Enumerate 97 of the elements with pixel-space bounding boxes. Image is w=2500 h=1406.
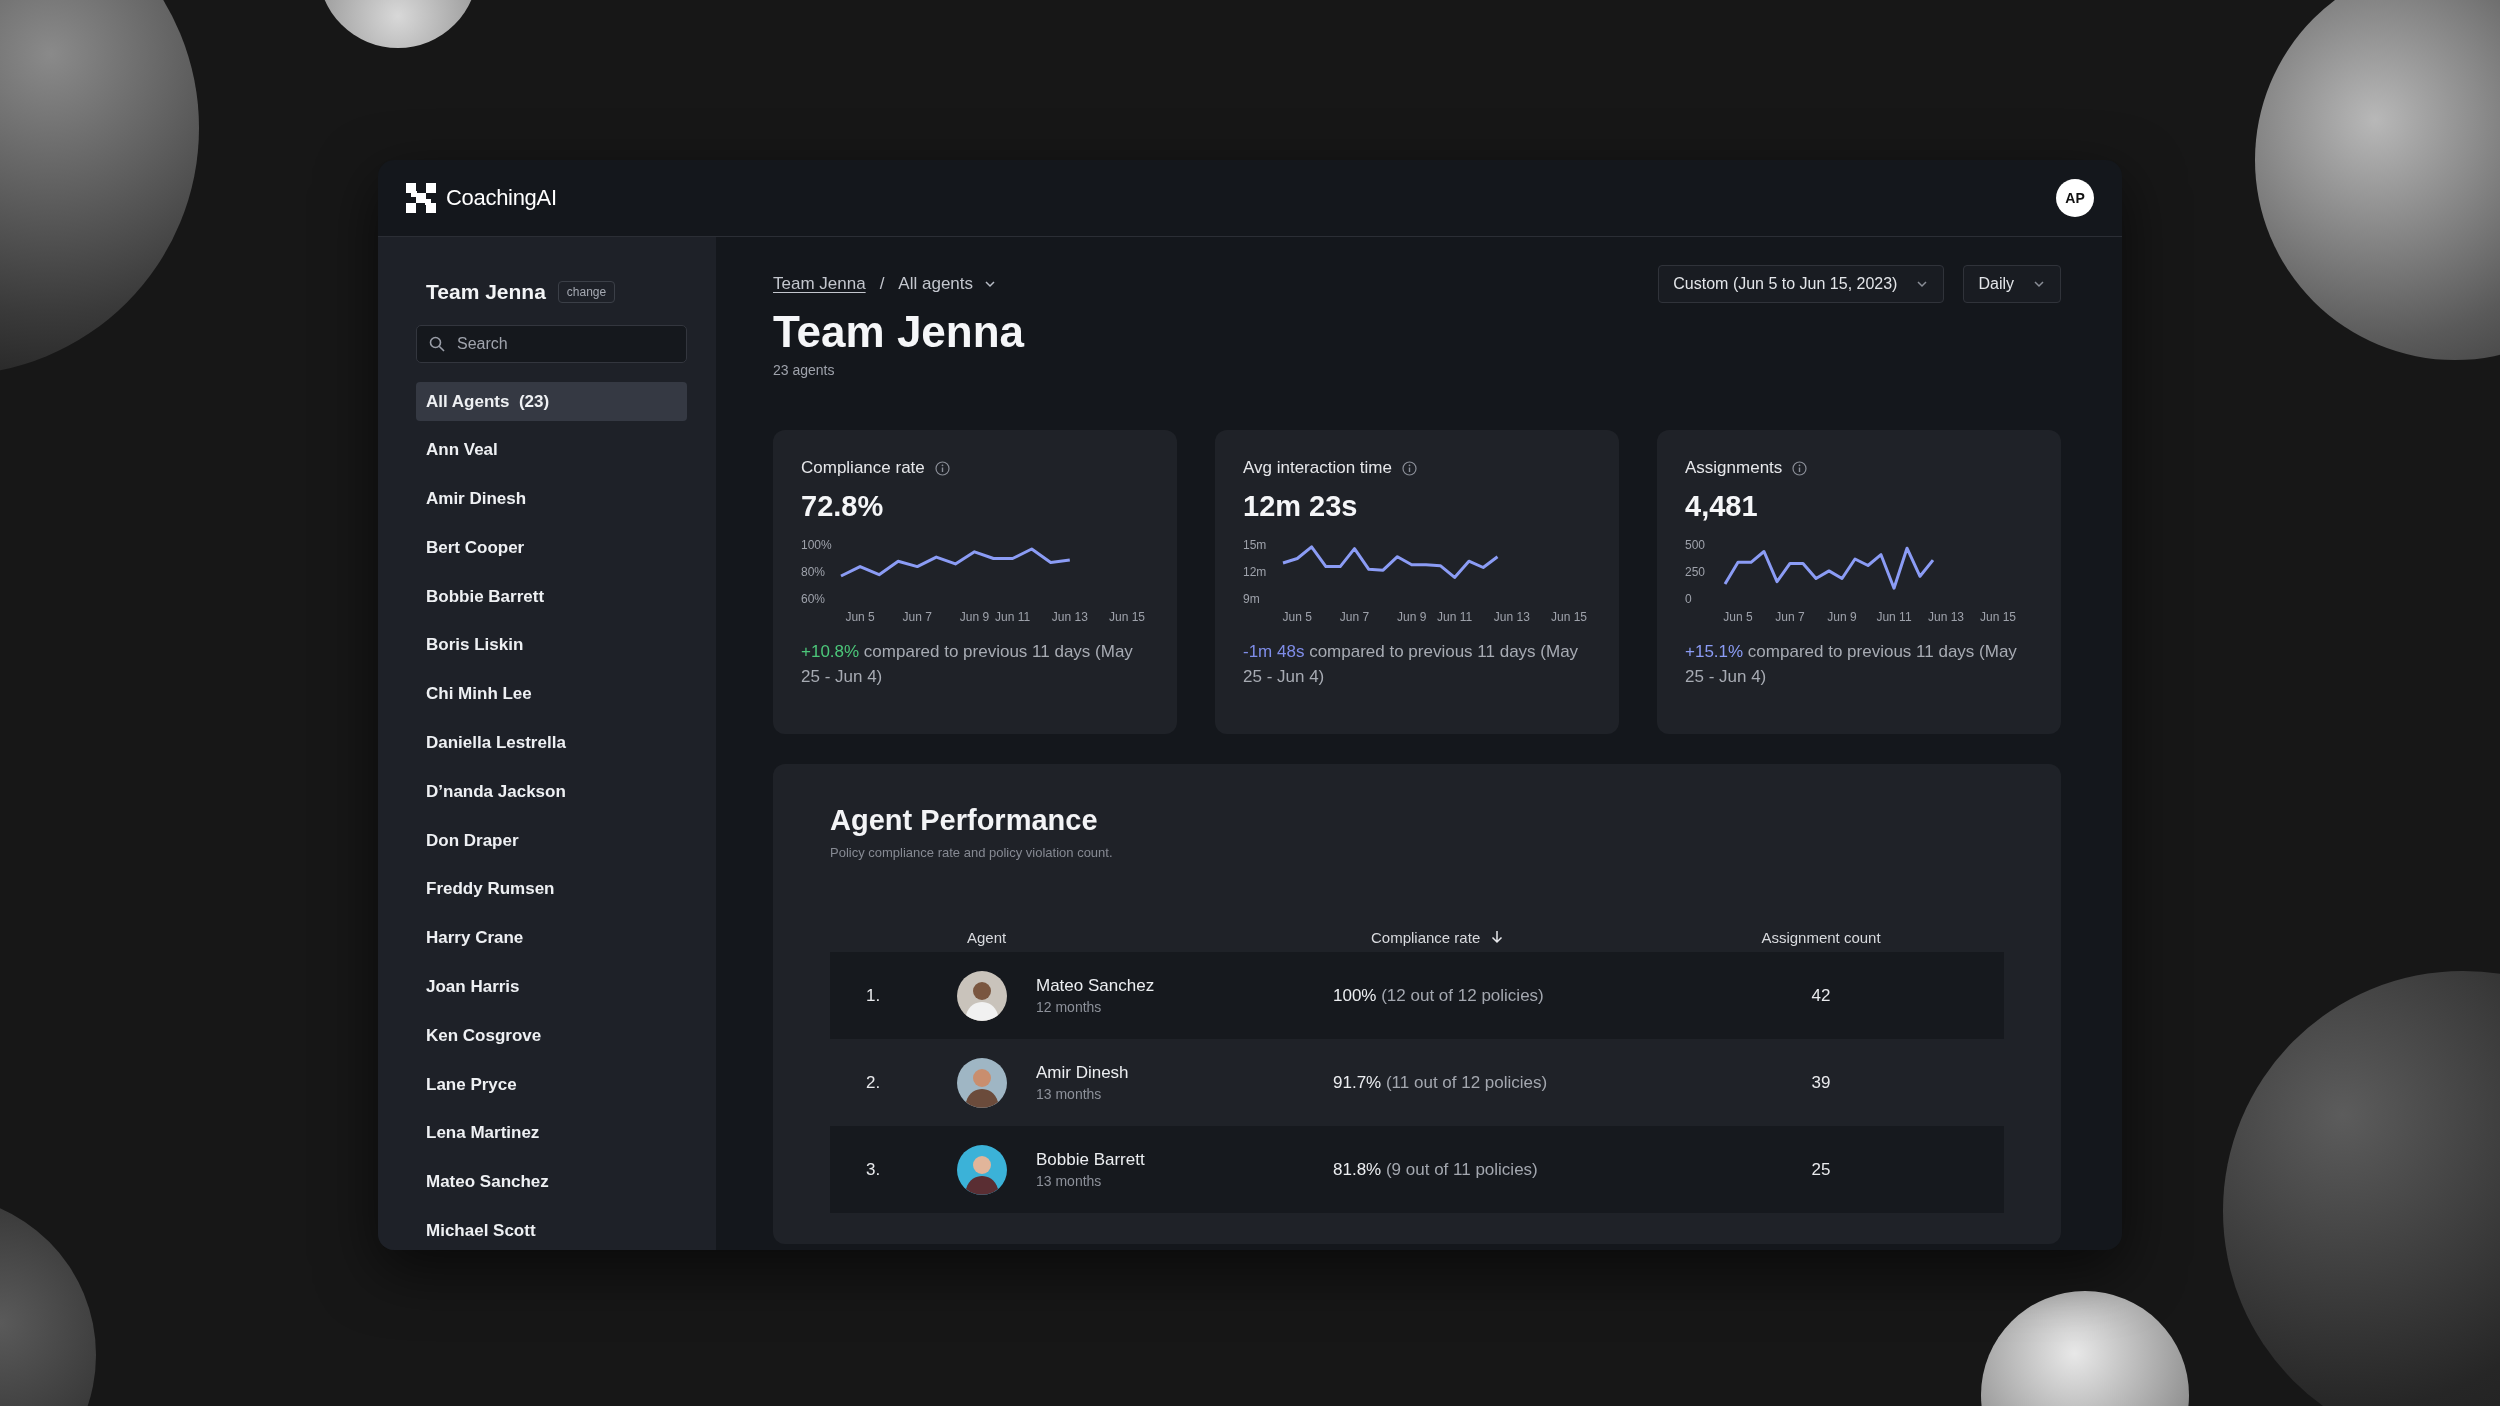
table-row[interactable]: 1. Mateo Sanchez 12 months 100% (12 out of 12 policies) 42 [830,952,2004,1039]
agent-list-item[interactable]: Boris Liskin [416,626,687,665]
agent-list-item[interactable]: D’nanda Jackson [416,772,687,812]
agent-tenure: 13 months [1036,1086,1103,1102]
axis-label: 15m [1243,538,1267,552]
agent-name: Bobbie Barrett [1036,1150,1145,1170]
axis-label: 100% [801,538,832,552]
column-header[interactable]: Agent [967,928,1007,946]
metric-value: 12m 23s [1243,490,1359,523]
avatar [957,1144,1007,1195]
filter-dropdown[interactable]: Custom (Jun 5 to Jun 15, 2023) [1658,265,1945,303]
table-row[interactable]: 2. Amir Dinesh 13 months 91.7% (11 out of 12 policies) 39 [830,1039,2004,1126]
agent-list-item[interactable]: Chi Minh Lee [416,674,687,714]
compliance-cell-text: 100% (12 out of 12 policies) [1333,985,1545,1006]
rank-cell-text: 3. [865,1159,882,1180]
agent-count: 23 agents [773,362,836,378]
agent-list-item[interactable]: Daniella Lestrella [416,723,687,763]
agent-list-item[interactable]: Joan Harris [416,967,687,1007]
avatar [957,970,1007,1021]
axis-label: Jun 13 [1493,610,1530,624]
agent-tenure: 13 months [1036,1173,1103,1189]
table-row[interactable]: 3. Bobbie Barrett 13 months 81.8% (9 out of 11 policies) 25 [830,1126,2004,1213]
breadcrumb-separator: / [879,274,885,294]
agent-list-item[interactable]: Ann Veal [416,430,687,470]
info-icon[interactable] [1792,460,1808,476]
axis-label: Jun 5 [1723,610,1753,624]
change-button[interactable]: change [557,281,616,303]
axis-label: 60% [801,592,826,606]
info-icon[interactable] [934,460,950,476]
axis-label: Jun 11 [1437,610,1473,624]
agent-list-item[interactable]: Ken Cosgrove [416,1016,687,1056]
metric-label: Assignments [1685,458,1783,478]
agent-list-item[interactable]: Mateo Sanchez [416,1162,687,1202]
rank-cell-text: 2. [865,1072,882,1093]
axis-label: 80% [801,565,826,579]
agent-list-item[interactable]: Lena Martinez [416,1113,687,1153]
agent-tenure: 12 months [1036,999,1103,1015]
axis-label: 9m [1243,592,1260,606]
axis-label: Jun 11 [995,610,1031,624]
search-icon [429,336,445,352]
agent-list-item[interactable]: All Agents (23) [416,382,687,421]
axis-label: Jun 15 [1109,610,1145,624]
agent-list-item[interactable]: Michael Scott [416,1211,687,1250]
agent-name: Amir Dinesh [1036,1063,1129,1083]
count-cell-text: 42 [1810,985,1832,1006]
metric-label: Avg interaction time [1243,458,1392,478]
axis-label: Jun 13 [1928,610,1964,624]
axis-label: Jun 9 [1827,610,1857,624]
compliance-cell-text: 81.8% (9 out of 11 policies) [1333,1159,1539,1180]
page-title: Team Jenna [773,306,1026,358]
axis-label: 250 [1685,565,1706,579]
filter-dropdown[interactable]: Daily [1963,265,2061,303]
team-name: Team Jenna [426,280,546,304]
axis-label: Jun 13 [1051,610,1088,624]
axis-label: Jun 15 [1551,610,1587,624]
agent-list-item[interactable]: Lane Pryce [416,1065,687,1105]
axis-label: 500 [1685,538,1706,552]
axis-label: Jun 7 [1775,610,1805,624]
axis-label: Jun 7 [902,610,932,624]
comparison-text: -1m 48s compared to previous 11 days (May 25 - Jun 4) [1243,641,1580,688]
agent-name: Mateo Sanchez [1036,976,1155,996]
agent-list-item[interactable]: Freddy Rumsen [416,869,687,909]
count-cell-text: 39 [1810,1072,1832,1093]
user-avatar[interactable]: AP [2056,179,2094,217]
info-icon[interactable] [1402,460,1417,476]
count-cell-text: 25 [1810,1159,1832,1180]
breadcrumb-link[interactable]: Team Jenna [773,274,866,294]
section-title: Agent Performance [830,804,1099,837]
column-header[interactable]: Compliance rate [1371,928,1505,946]
metric-label: Compliance rate [801,458,925,478]
axis-label: Jun 5 [1282,610,1312,624]
avatar [957,1057,1007,1108]
axis-label: 12m [1243,565,1267,579]
agent-list-item[interactable]: Don Draper [416,821,687,861]
axis-label: Jun 7 [1339,610,1370,624]
agent-list-item[interactable]: Harry Crane [416,918,687,958]
axis-label: Jun 9 [959,610,990,624]
compliance-cell-text: 91.7% (11 out of 12 policies) [1333,1072,1549,1093]
rank-cell-text: 1. [865,985,882,1006]
logo-icon [406,183,436,213]
axis-label: Jun 9 [1397,610,1427,624]
comparison-text: +10.8% compared to previous 11 days (May 25 - Jun 4) [801,641,1134,688]
axis-label: Jun 15 [1980,610,2016,624]
axis-label: Jun 11 [1876,610,1912,624]
breadcrumb-dropdown[interactable]: All agents [898,274,998,294]
axis-label: 0 [1685,592,1692,606]
metric-value: 4,481 [1685,490,1759,523]
agent-list-item[interactable]: Bobbie Barrett [416,577,687,617]
agent-list-item[interactable]: Bert Cooper [416,528,687,568]
agent-list-item[interactable]: Amir Dinesh [416,479,687,519]
app-logo: CoachingAI [446,185,557,211]
column-header[interactable]: Assignment count [1761,928,1881,946]
axis-label: Jun 5 [845,610,875,624]
metric-value: 72.8% [801,490,885,523]
search-field[interactable]: Search [416,325,687,363]
section-subtitle: Policy compliance rate and policy violation count. [830,845,1114,860]
comparison-text: +15.1% compared to previous 11 days (May 25 - Jun 4) [1685,641,2018,688]
